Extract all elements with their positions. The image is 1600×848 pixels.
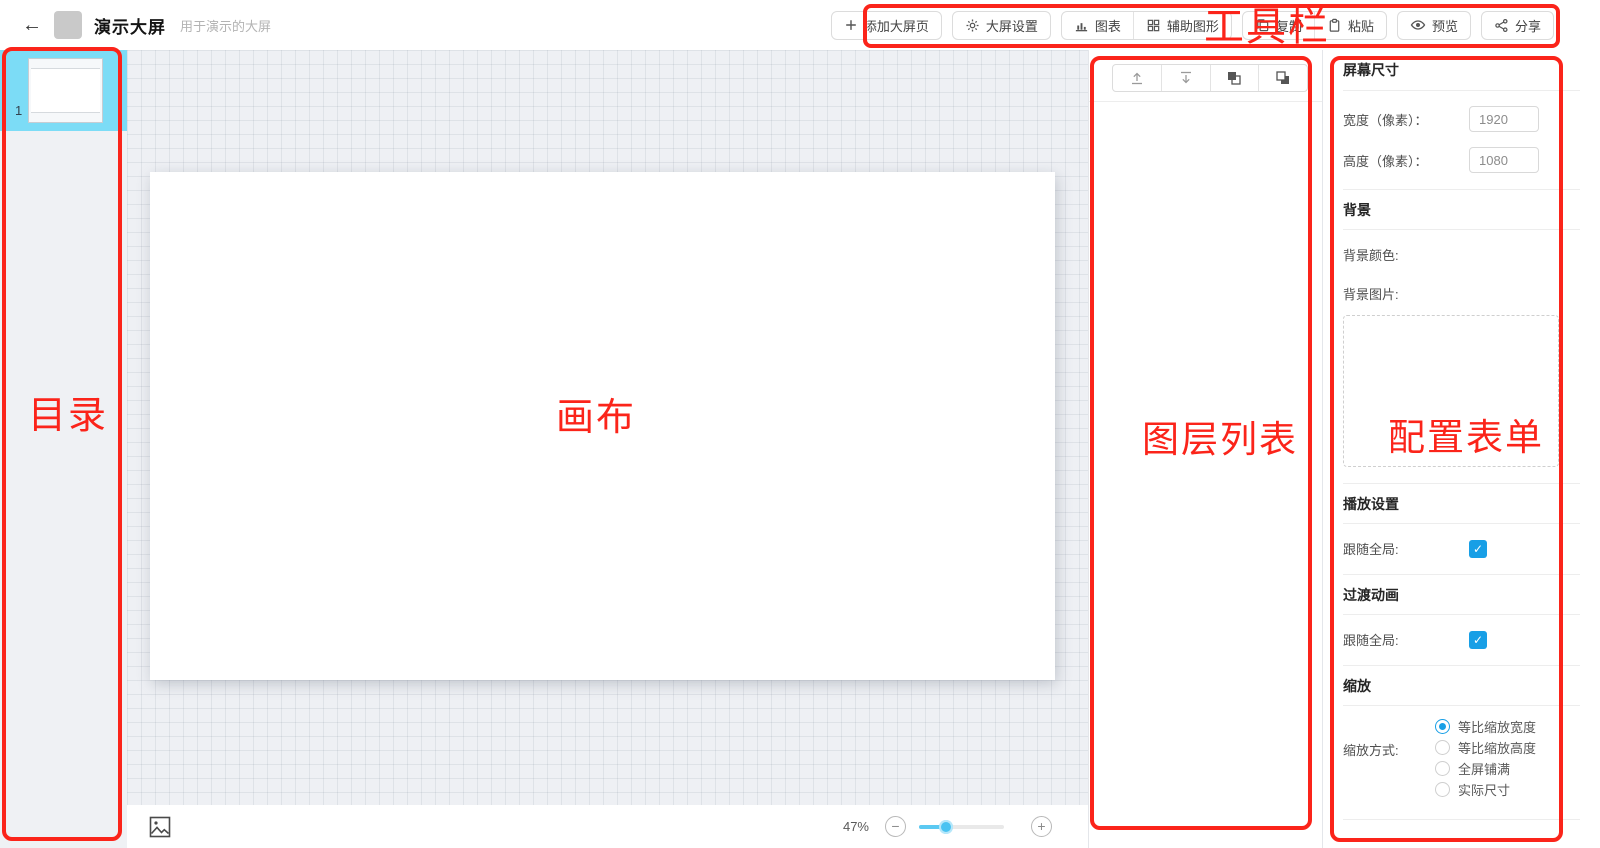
- section-scale: 缩放: [1343, 665, 1580, 706]
- canvas-area: 47% − +: [127, 50, 1088, 848]
- height-input[interactable]: [1469, 147, 1539, 173]
- header: ← 演示大屏 用于演示的大屏 添加大屏页 大屏设置: [0, 0, 1600, 50]
- page-thumbnail-canvas: [31, 68, 100, 113]
- app-logo: [54, 11, 82, 39]
- paste-button[interactable]: 粘贴: [1314, 12, 1386, 39]
- layers-panel: [1088, 50, 1322, 848]
- bring-forward-icon: [1226, 70, 1242, 86]
- share-button[interactable]: 分享: [1481, 11, 1554, 40]
- section-transition: 过渡动画: [1343, 574, 1580, 615]
- play-follow-row: 跟随全局: ✓: [1343, 539, 1580, 558]
- thumbnail-toggle-button[interactable]: [148, 815, 172, 839]
- copy-button[interactable]: 复制: [1243, 12, 1314, 39]
- background-image-dropzone[interactable]: [1343, 315, 1559, 467]
- play-follow-checkbox[interactable]: ✓: [1469, 540, 1487, 558]
- radio-icon: [1435, 719, 1450, 734]
- radio-icon: [1435, 761, 1450, 776]
- bring-to-top-icon: [1129, 70, 1145, 86]
- eye-icon: [1410, 17, 1426, 33]
- zoom-out-button[interactable]: −: [885, 816, 906, 837]
- screen-settings-button[interactable]: 大屏设置: [952, 11, 1051, 40]
- width-input[interactable]: [1469, 106, 1539, 132]
- canvas-grid[interactable]: [127, 50, 1088, 805]
- transition-follow-checkbox[interactable]: ✓: [1469, 631, 1487, 649]
- page-thumbnail-item[interactable]: 1: [0, 50, 127, 131]
- scale-mode-radio-0[interactable]: 等比缩放宽度: [1435, 718, 1536, 734]
- transition-follow-label: 跟随全局:: [1343, 630, 1469, 649]
- bring-to-top-button[interactable]: [1113, 65, 1161, 91]
- page-subtitle: 用于演示的大屏: [180, 16, 271, 35]
- config-end-divider: [1343, 819, 1580, 820]
- scale-mode-radio-3[interactable]: 实际尺寸: [1435, 781, 1536, 797]
- send-to-bottom-icon: [1178, 70, 1194, 86]
- zoom-slider[interactable]: [919, 825, 1004, 829]
- width-label: 宽度（像素）：: [1343, 110, 1469, 129]
- copy-icon: [1255, 18, 1270, 33]
- background-image-label: 背景图片:: [1343, 284, 1469, 303]
- preview-button[interactable]: 预览: [1397, 11, 1471, 40]
- page-number: 1: [15, 103, 22, 118]
- scale-mode-radio-2[interactable]: 全屏铺满: [1435, 760, 1536, 776]
- zoom-in-button[interactable]: +: [1031, 816, 1052, 837]
- page-list-sidebar: 1: [0, 50, 127, 848]
- clipboard-group: 复制 粘贴: [1242, 11, 1387, 40]
- grid-shapes-icon: [1146, 18, 1161, 33]
- bar-chart-icon: [1074, 18, 1089, 33]
- canvas-page[interactable]: [150, 172, 1055, 680]
- send-to-bottom-button[interactable]: [1161, 65, 1210, 91]
- back-arrow-icon[interactable]: ←: [22, 14, 48, 37]
- width-row: 宽度（像素）：: [1343, 106, 1580, 132]
- scale-mode-row: 缩放方式: 等比缩放宽度 等比缩放高度 全屏铺满 实际尺寸: [1343, 718, 1580, 797]
- section-play-settings: 播放设置: [1343, 483, 1580, 524]
- transition-follow-row: 跟随全局: ✓: [1343, 630, 1580, 649]
- zoom-percent: 47%: [843, 819, 869, 834]
- layers-toolbar: [1089, 50, 1322, 102]
- toolbar: 添加大屏页 大屏设置 图表: [831, 11, 1554, 40]
- image-icon: [148, 815, 172, 839]
- radio-icon: [1435, 740, 1450, 755]
- scale-mode-radio-1[interactable]: 等比缩放高度: [1435, 739, 1536, 755]
- scale-mode-radio-group: 等比缩放宽度 等比缩放高度 全屏铺满 实际尺寸: [1435, 718, 1536, 797]
- play-follow-label: 跟随全局:: [1343, 539, 1469, 558]
- section-background: 背景: [1343, 189, 1580, 230]
- insert-group: 图表 辅助图形: [1061, 11, 1232, 40]
- section-screen-size: 屏幕尺寸: [1343, 50, 1580, 91]
- send-backward-button[interactable]: [1258, 65, 1307, 91]
- zoom-slider-handle[interactable]: [939, 820, 953, 834]
- height-label: 高度（像素）：: [1343, 151, 1469, 170]
- aux-graphics-button[interactable]: 辅助图形: [1133, 12, 1231, 39]
- radio-icon: [1435, 782, 1450, 797]
- share-icon: [1494, 18, 1509, 33]
- chart-button[interactable]: 图表: [1062, 12, 1133, 39]
- page-thumbnail: [28, 58, 103, 123]
- canvas-statusbar: 47% − +: [127, 805, 1088, 848]
- big-screen-editor: ← 演示大屏 用于演示的大屏 添加大屏页 大屏设置: [0, 0, 1600, 848]
- scale-mode-label: 缩放方式:: [1343, 718, 1435, 759]
- background-color-label: 背景颜色:: [1343, 245, 1469, 264]
- bring-forward-button[interactable]: [1210, 65, 1259, 91]
- background-image-row: 背景图片:: [1343, 284, 1580, 303]
- zoom-controls: 47% − +: [843, 816, 1052, 837]
- send-backward-icon: [1275, 70, 1291, 86]
- add-page-button[interactable]: 添加大屏页: [831, 11, 942, 40]
- plus-icon: [844, 18, 858, 32]
- config-panel: 屏幕尺寸 宽度（像素）： 高度（像素）： 背景 背景颜色: 背景图片: 播放设置…: [1322, 50, 1600, 848]
- gear-icon: [965, 18, 980, 33]
- background-color-row: 背景颜色:: [1343, 245, 1580, 264]
- clipboard-icon: [1327, 18, 1342, 33]
- height-row: 高度（像素）：: [1343, 147, 1580, 173]
- page-title: 演示大屏: [94, 13, 166, 38]
